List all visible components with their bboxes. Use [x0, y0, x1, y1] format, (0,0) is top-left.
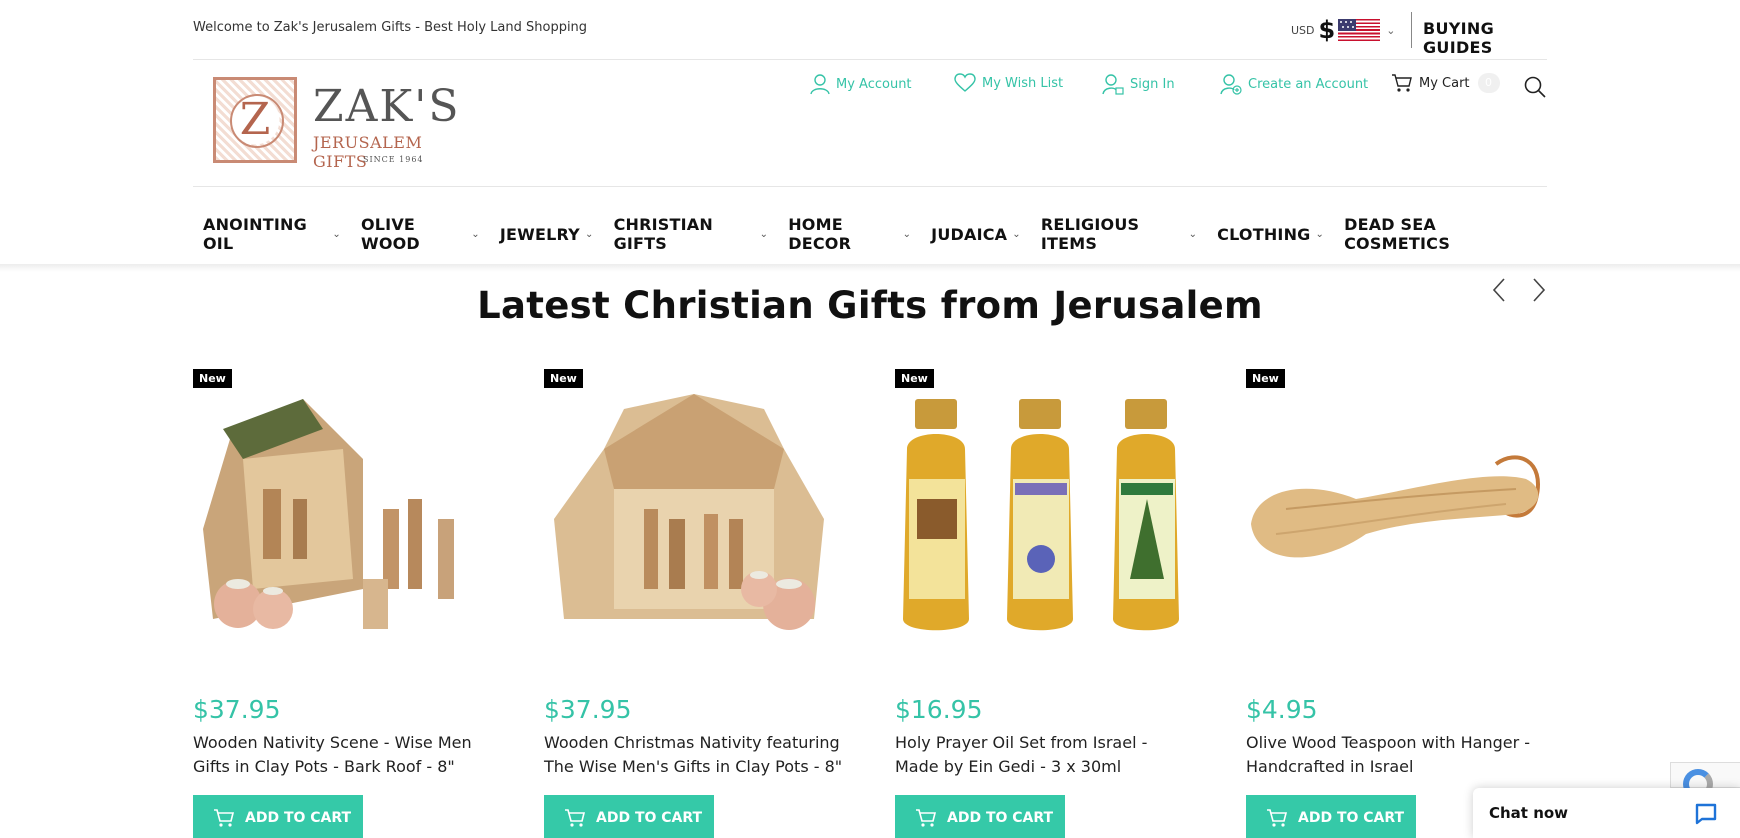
currency-symbol: $	[1318, 16, 1336, 44]
nav-item-anointing-oil[interactable]: ANOINTING OIL ⌄	[203, 215, 341, 253]
product-price: $4.95	[1246, 695, 1318, 724]
chevron-down-icon: ⌄	[1188, 228, 1198, 240]
product-card[interactable]: New $4.95 Olive Wood Teaspoon with Hange…	[1246, 369, 1546, 838]
welcome-message: Welcome to Zak's Jerusalem Gifts - Best …	[193, 20, 588, 35]
nav-item-christian-gifts[interactable]: CHRISTIAN GIFTS ⌄	[614, 215, 769, 253]
product-name[interactable]: Wooden Nativity Scene - Wise Men Gifts i…	[193, 731, 493, 779]
product-card[interactable]: New $37.95 Wooden Christmas Nativity fea…	[544, 369, 844, 838]
search-icon	[1524, 76, 1546, 98]
logo-since: SINCE 1964	[363, 155, 424, 164]
cart-icon	[916, 809, 937, 827]
cart-icon	[1392, 74, 1412, 92]
add-to-cart-button[interactable]: ADD TO CART	[1246, 795, 1416, 838]
currency-code: USD	[1291, 23, 1315, 37]
nav-item-religious-items[interactable]: RELIGIOUS ITEMS ⌄	[1041, 215, 1197, 253]
chevron-down-icon: ⌄	[759, 228, 769, 240]
product-name[interactable]: Wooden Christmas Nativity featuring The …	[544, 731, 844, 779]
cart-icon	[1267, 809, 1288, 827]
top-bar: Welcome to Zak's Jerusalem Gifts - Best …	[193, 0, 1547, 60]
product-price: $16.95	[895, 695, 983, 724]
search-button[interactable]	[1523, 75, 1547, 103]
chevron-down-icon: ⌄	[584, 228, 594, 240]
chevron-down-icon: ⌄	[471, 228, 480, 240]
my-account-link[interactable]: My Account	[810, 73, 912, 95]
new-badge: New	[1246, 369, 1285, 388]
product-name[interactable]: Holy Prayer Oil Set from Israel - Made b…	[895, 731, 1195, 779]
topbar-divider	[1411, 12, 1412, 48]
cart-icon	[565, 809, 586, 827]
chevron-down-icon: ⌄	[902, 228, 912, 240]
wish-list-link[interactable]: My Wish List	[954, 73, 1063, 93]
cart-icon	[214, 809, 235, 827]
product-price: $37.95	[544, 695, 632, 724]
nav-item-dead-sea-cosmetics[interactable]: DEAD SEA COSMETICS	[1344, 215, 1527, 253]
buying-guides-link[interactable]: BUYING GUIDES	[1423, 19, 1547, 57]
main-navigation: ANOINTING OIL ⌄ OLIVE WOOD ⌄ JEWELRY ⌄ CHRI…	[193, 188, 1547, 264]
account-links: My Account My Wish List Sign In Create a…	[193, 73, 1547, 103]
logo-tagline: JERUSALEM GIFTS	[313, 133, 423, 171]
site-header: Z ZAK'S JERUSALEM GIFTS SINCE 1964 My Ac…	[193, 61, 1547, 187]
new-badge: New	[544, 369, 583, 388]
mini-cart-link[interactable]: My Cart 0	[1391, 73, 1500, 93]
chevron-right-icon[interactable]	[1530, 277, 1548, 310]
add-to-cart-button[interactable]: ADD TO CART	[193, 795, 363, 838]
chevron-down-icon: ⌄	[332, 228, 341, 240]
user-add-icon	[1220, 74, 1242, 95]
product-image[interactable]	[1246, 389, 1546, 659]
nav-shadow	[0, 264, 1740, 272]
product-image[interactable]	[544, 389, 844, 659]
create-account-link[interactable]: Create an Account	[1220, 73, 1368, 95]
new-badge: New	[193, 369, 232, 388]
chevron-down-icon: ⌄	[1386, 23, 1396, 37]
user-lock-icon	[1102, 74, 1124, 95]
chat-label: Chat now	[1489, 804, 1569, 822]
section-title: Latest Christian Gifts from Jerusalem	[477, 284, 1263, 327]
add-to-cart-button[interactable]: ADD TO CART	[544, 795, 714, 838]
cart-count-badge: 0	[1477, 73, 1500, 93]
nav-item-judaica[interactable]: JUDAICA ⌄	[931, 215, 1021, 253]
currency-switcher[interactable]: USD $ ⌄	[1291, 14, 1395, 46]
nav-item-clothing[interactable]: CLOTHING ⌄	[1217, 215, 1324, 253]
chevron-down-icon: ⌄	[1012, 228, 1021, 240]
heart-icon	[954, 73, 976, 92]
sign-in-link[interactable]: Sign In	[1102, 73, 1175, 95]
product-card[interactable]: New $16.95 Holy Prayer Oil Set from Isra…	[895, 369, 1195, 838]
product-image[interactable]	[193, 389, 493, 659]
chat-widget[interactable]: Chat now	[1473, 788, 1740, 838]
nav-item-home-decor[interactable]: HOME DECOR ⌄	[788, 215, 911, 253]
chevron-left-icon[interactable]	[1490, 277, 1508, 310]
user-icon	[810, 74, 830, 95]
product-image[interactable]	[895, 389, 1195, 659]
product-name[interactable]: Olive Wood Teaspoon with Hanger - Handcr…	[1246, 731, 1546, 779]
nav-item-olive-wood[interactable]: OLIVE WOOD ⌄	[361, 215, 480, 253]
us-flag-icon	[1338, 19, 1381, 41]
product-price: $37.95	[193, 695, 281, 724]
chevron-down-icon: ⌄	[1315, 228, 1325, 240]
recaptcha-badge[interactable]	[1670, 762, 1740, 799]
nav-item-jewelry[interactable]: JEWELRY ⌄	[500, 215, 594, 253]
product-card[interactable]: New $37.95 Wooden Nativity Scene - Wise …	[193, 369, 493, 838]
new-badge: New	[895, 369, 934, 388]
chat-bubble-icon	[1695, 803, 1717, 825]
add-to-cart-button[interactable]: ADD TO CART	[895, 795, 1065, 838]
